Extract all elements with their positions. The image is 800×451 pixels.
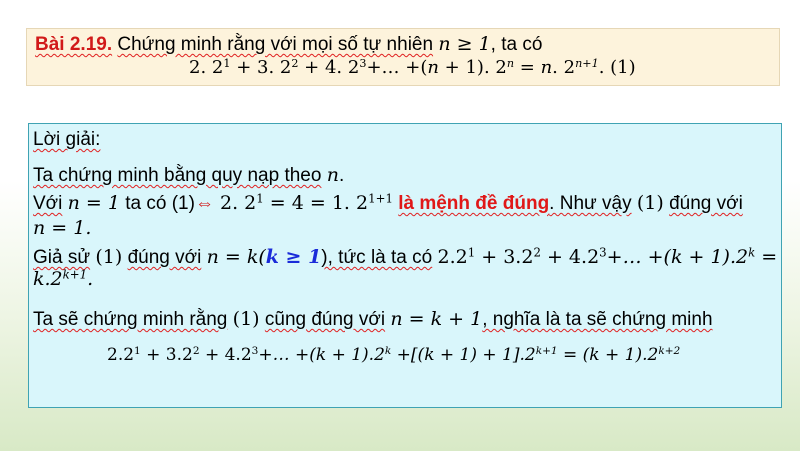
line-math: n = k + 1 [390,308,483,330]
math-part: + 3.2 [140,345,193,365]
solution-heading: Lời giải: [33,129,100,151]
eq-ref: (1) [95,246,123,268]
math-part: = 4 = 1. 2 [263,192,369,214]
formula-term: = [514,57,541,78]
line-text: Ta chứng minh bằng quy nạp theo [33,165,322,186]
line-math: n = k( [206,246,266,268]
line-text: ), tức là ta có [321,247,433,268]
line-math: 2. 21 = 4 = 1. 21+1 [214,192,393,214]
true-statement: là mệnh đề đúng [398,193,550,214]
eq-ref: (1) [636,192,664,214]
formula-term: 2. 2 [189,57,224,78]
heading-text: Lời giải: [33,129,101,150]
line-text: . [338,165,345,186]
solution-line-2: Với n = 1 ta có (1)⇔ 2. 21 = 4 = 1. 21+1… [33,192,743,215]
math-part: 2.2 [437,246,468,268]
eq-ref: (1) [232,308,260,330]
line-text: , nghĩa là ta sẽ chứng minh [482,309,713,330]
line-var: n [326,164,339,186]
line-text: đúng với [669,193,743,214]
formula-term: +… +( [366,57,428,78]
math-exp: 1 [256,191,264,206]
formula-term: . (1) [598,57,636,78]
math-part: 2.2 [107,345,135,365]
math-exp: 3 [599,245,607,260]
problem-statement: Bài 2.19. Chứng minh rằng với mọi số tự … [35,33,542,56]
solution-line-4: Giả sử (1) đúng với n = k(k ≥ 1), tức là… [33,246,777,269]
math-exp: k+2 [658,345,681,358]
solution-box: Lời giải: Ta chứng minh bằng quy nạp the… [28,123,782,408]
formula-var: n [540,57,553,78]
math-exp: 1 [134,345,141,358]
assumption: k ≥ 1 [265,246,322,268]
math-exp: k+1 [535,345,558,358]
math-part: 2. 2 [213,192,257,214]
line-text: Giả sử [33,247,91,268]
solution-line-3: n = 1. [33,217,91,240]
line-math: 2.21 + 3.22 + 4.23+… +(k + 1).2k +[(k + … [107,345,680,365]
solution-line-1: Ta chứng minh bằng quy nạp theo n. [33,164,344,187]
math-exp: k+1 [62,267,88,282]
math-part: +[(k + 1) + 1].2 [391,345,536,365]
solution-line-7: 2.21 + 3.22 + 4.23+… +(k + 1).2k +[(k + … [107,344,680,366]
equivalence-arrow: ⇔ [194,193,214,214]
line-text: Với [33,193,63,214]
line-math: 2.21 + 3.22 + 4.23+… +(k + 1).2k = [438,246,778,268]
problem-tail: , ta có [490,34,543,55]
line-math: k.2k+1. [33,268,93,290]
line-text: Ta sẽ chứng minh rằng [33,309,228,330]
formula-term: + 4. 2 [298,57,360,78]
math-exp: 1+1 [368,191,393,206]
math-exp: 2 [192,345,200,358]
math-part: = (k + 1).2 [557,345,659,365]
solution-line-5: k.2k+1. [33,268,93,291]
math-part: +… +(k + 1).2 [258,345,385,365]
formula-term: + 3. 2 [230,57,292,78]
formula-var: n [427,57,439,78]
line-text: ta có (1) [125,193,195,214]
line-text: cũng đúng với [264,309,386,330]
problem-label: Bài 2.19. [35,34,113,55]
math-part: + 4.2 [199,345,252,365]
math-part: . [87,268,94,290]
formula-exp: n+1 [575,56,599,70]
formula-term: . 2 [552,57,576,78]
math-part: +… +(k + 1).2 [606,246,749,268]
math-part: + 3.2 [475,246,534,268]
problem-formula: 2. 21 + 3. 22 + 4. 23+… +(n + 1). 2n = n… [189,57,636,78]
problem-condition: n ≥ 1 [438,33,491,55]
line-text: đúng với [127,247,202,268]
formula-exp: n [506,56,515,70]
line-math: n = 1. [33,217,92,239]
solution-line-6: Ta sẽ chứng minh rằng (1) cũng đúng với … [33,308,713,331]
math-part: = [755,246,778,268]
problem-text: Chứng minh rằng với mọi số tự nhiên [117,34,434,55]
line-text: . Như vậy [549,193,632,214]
math-exp: 2 [533,245,541,260]
math-part: k.2 [33,268,63,290]
line-math: n = 1 [67,192,120,214]
problem-box: Bài 2.19. Chứng minh rằng với mọi số tự … [26,28,780,86]
math-part: + 4.2 [540,246,600,268]
formula-term: + 1). 2 [438,57,507,78]
